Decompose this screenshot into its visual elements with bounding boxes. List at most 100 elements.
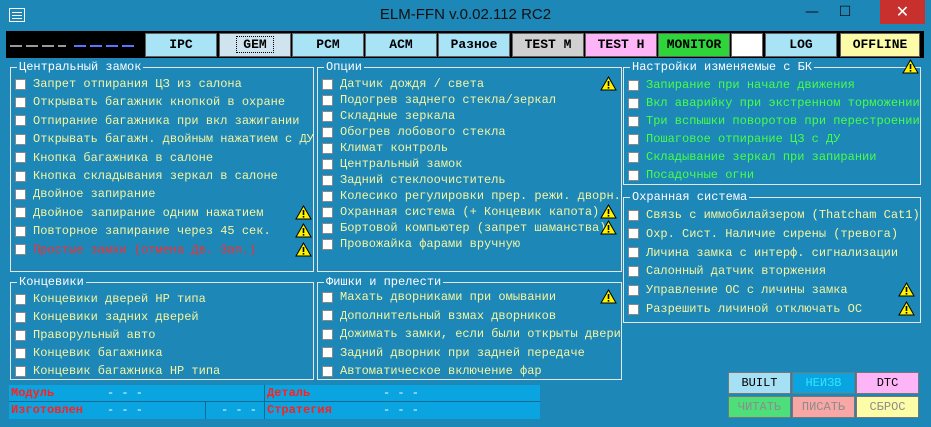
checkbox[interactable] [322,78,333,90]
tab-pcm[interactable]: PCM [292,33,364,57]
checkbox[interactable] [322,310,333,321]
checkbox-row[interactable]: Запрет отпирания ЦЗ из салона [15,76,242,92]
checkbox-row[interactable]: Отпирание багажника при вкл зажигании [15,113,299,129]
checkbox[interactable] [322,174,333,186]
checkbox-row[interactable]: Праворульный авто [15,327,155,343]
checkbox[interactable] [15,96,26,108]
checkbox-row[interactable]: Климат контроль [322,140,448,156]
tab-ipc[interactable]: IPC [145,33,217,57]
checkbox-row[interactable]: Три вспышки поворотов при перестроении [628,113,920,129]
checkbox[interactable] [15,207,26,219]
close-button[interactable]: ✕ [880,0,925,24]
offline-button[interactable]: OFFLINE [840,33,920,57]
checkbox[interactable] [15,115,26,127]
checkbox-row[interactable]: Провожайка фарами вручную [322,236,520,252]
built-button[interactable]: BUILT [728,372,791,394]
checkbox-row[interactable]: Дожимать замки, если были открыты двери [322,326,621,342]
checkbox-row[interactable]: Управление ОС с личины замка [628,282,848,298]
checkbox-row[interactable]: Открывать багажник кнопкой в охране [15,94,285,110]
checkbox-row[interactable]: Открывать багажн. двойным нажатием с ДУ [15,131,314,147]
checkbox[interactable] [322,328,333,340]
checkbox[interactable] [322,190,333,202]
checkbox-row[interactable]: Личина замка с интерф. сигнализации [628,245,898,261]
checkbox[interactable] [628,79,639,91]
checkbox[interactable] [322,347,333,358]
checkbox-row[interactable]: Вкл аварийку при экстренном торможении [628,95,920,111]
maximize-button[interactable]: ☐ [830,0,860,24]
tab-acm[interactable]: ACM [365,33,437,57]
reset-button[interactable]: СБРОС [856,396,919,418]
checkbox-row[interactable]: Концевики задних дверей [15,309,199,325]
checkbox-row[interactable]: Салонный датчик вторжения [628,263,826,279]
checkbox[interactable] [322,238,333,250]
checkbox[interactable] [628,303,639,315]
checkbox[interactable] [15,244,26,256]
checkbox-row[interactable]: Бортовой компьютер (запрет шаманства) [322,220,606,236]
checkbox-row[interactable]: Задний стеклоочиститель [322,172,506,188]
checkbox[interactable] [322,365,333,377]
tab-monitor[interactable]: MONITOR [658,33,730,57]
checkbox-row[interactable]: Разрешить личиной отключать ОС [628,301,862,317]
tab-gem[interactable]: GEM [219,33,291,57]
checkbox-row[interactable]: Колесико регулировки прер. режи. дворн. [322,188,621,204]
checkbox[interactable] [322,94,333,106]
checkbox-row[interactable]: Подогрев заднего стекла/зеркал [322,92,556,108]
checkbox-row[interactable]: Дополнительный взмах дворников [322,308,556,324]
checkbox-row[interactable]: Охр. Сист. Наличие сирены (тревога) [628,226,898,242]
checkbox-row[interactable]: Концевики дверей НР типа [15,291,206,307]
checkbox[interactable] [628,115,639,127]
read-button[interactable]: ЧИТАТЬ [728,396,791,418]
checkbox-row[interactable]: Пошаговое отпирание ЦЗ с ДУ [628,131,840,147]
checkbox-row[interactable]: Датчик дождя / света [322,76,484,92]
checkbox[interactable] [628,228,639,240]
tab-blank[interactable] [731,33,763,57]
checkbox[interactable] [15,329,26,341]
checkbox-row[interactable]: Концевик багажника НР типа [15,363,220,379]
checkbox[interactable] [15,347,26,359]
checkbox[interactable] [628,247,639,259]
checkbox-row[interactable]: Двойное запирание [15,186,155,202]
neizv-button[interactable]: НЕИЗВ [792,372,855,394]
checkbox[interactable] [322,126,333,138]
checkbox-row[interactable]: Обогрев лобового стекла [322,124,506,140]
checkbox-row[interactable]: Центральный замок [322,156,462,172]
checkbox[interactable] [628,169,639,181]
checkbox-row[interactable]: Связь с иммобилайзером (Thatcham Cat1) [628,207,920,223]
write-button[interactable]: ПИСАТЬ [792,396,855,418]
checkbox-row[interactable]: Задний дворник при задней передаче [322,345,585,361]
checkbox[interactable] [15,225,26,237]
checkbox[interactable] [322,206,333,218]
checkbox[interactable] [322,158,333,170]
tab-log[interactable]: LOG [765,33,837,57]
checkbox[interactable] [322,110,333,122]
checkbox[interactable] [15,170,26,182]
checkbox[interactable] [15,293,26,305]
tab-test-h[interactable]: TEST H [585,33,657,57]
checkbox-row[interactable]: Складные зеркала [322,108,455,124]
checkbox-row[interactable]: Запирание при начале движения [628,77,855,93]
checkbox-row[interactable]: Автоматическое включение фар [322,363,542,379]
checkbox[interactable] [15,133,26,145]
checkbox[interactable] [15,365,26,377]
checkbox-row[interactable]: Кнопка багажника в салоне [15,150,213,166]
checkbox[interactable] [322,222,333,234]
checkbox[interactable] [628,97,639,109]
checkbox[interactable] [322,291,333,303]
tab-misc[interactable]: Разное [438,33,510,57]
checkbox[interactable] [15,311,26,323]
checkbox[interactable] [628,265,639,277]
checkbox[interactable] [628,209,639,221]
checkbox-row[interactable]: Повторное запирание через 45 сек. [15,223,271,239]
checkbox-row[interactable]: Складывание зеркал при запирании [628,149,876,165]
checkbox[interactable] [15,188,26,200]
checkbox-row[interactable]: Концевик багажника [15,345,163,361]
dtc-button[interactable]: DTC [856,372,919,394]
checkbox[interactable] [15,78,26,90]
checkbox[interactable] [322,142,333,154]
checkbox-row[interactable]: Охранная система (+ Концевик капота) [322,204,599,220]
checkbox-row[interactable]: Двойное запирание одним нажатием [15,205,263,221]
checkbox[interactable] [628,284,639,296]
checkbox-row[interactable]: Махать дворниками при омывании [322,289,556,305]
checkbox[interactable] [628,151,639,163]
checkbox[interactable] [15,152,26,164]
